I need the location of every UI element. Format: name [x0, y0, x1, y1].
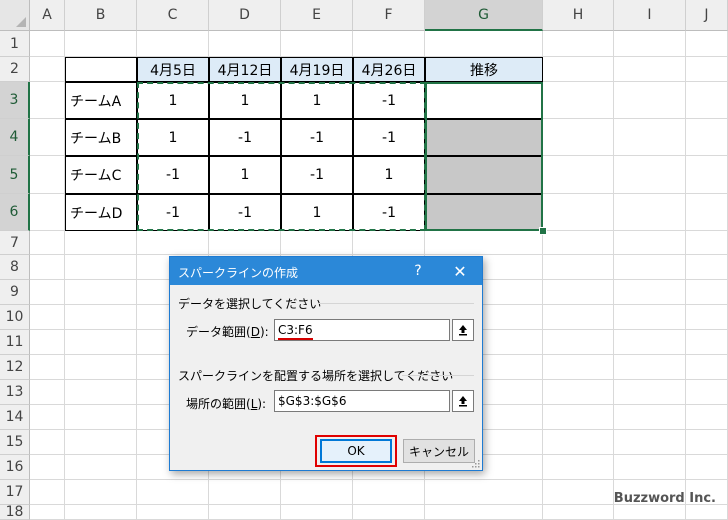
row-header-9[interactable]: 9 — [0, 280, 30, 305]
column-header-d[interactable]: D — [209, 0, 281, 31]
row-header-5[interactable]: 5 — [0, 156, 30, 194]
dialog-title: スパークラインの作成 — [178, 266, 299, 280]
row-header-10[interactable]: 10 — [0, 305, 30, 330]
value-cell[interactable]: -1 — [137, 156, 209, 194]
help-icon[interactable]: ? — [408, 261, 428, 281]
sparkline-target-cell[interactable] — [425, 194, 543, 231]
row-header-4[interactable]: 4 — [0, 119, 30, 156]
watermark: Buzzword Inc. — [613, 491, 716, 506]
column-header-g[interactable]: G — [425, 0, 543, 31]
value-cell[interactable]: 1 — [209, 82, 281, 119]
value-cell[interactable]: 1 — [353, 156, 425, 194]
sparkline-target-cell[interactable] — [425, 119, 543, 156]
row-header-3[interactable]: 3 — [0, 82, 30, 119]
value-cell[interactable]: -1 — [353, 82, 425, 119]
row-header-6[interactable]: 6 — [0, 194, 30, 231]
value-cell[interactable]: -1 — [137, 194, 209, 231]
table-header-cell[interactable]: 4月5日 — [137, 57, 209, 82]
team-name-cell[interactable]: チームD — [65, 194, 137, 231]
table-header-cell[interactable]: 4月12日 — [209, 57, 281, 82]
value-cell[interactable]: -1 — [281, 119, 353, 156]
sparkline-target-cell[interactable] — [425, 156, 543, 194]
row-header-2[interactable]: 2 — [0, 57, 30, 82]
column-header-b[interactable]: B — [65, 0, 137, 31]
table-header-cell[interactable]: 推移 — [425, 57, 543, 82]
value-cell[interactable]: 1 — [209, 156, 281, 194]
select-all-corner[interactable] — [0, 0, 30, 31]
row-header-7[interactable]: 7 — [0, 231, 30, 255]
table-header-cell[interactable]: 4月19日 — [281, 57, 353, 82]
underline-highlight — [278, 338, 313, 340]
value-cell[interactable]: -1 — [353, 194, 425, 231]
dialog-title-bar[interactable]: スパークラインの作成 ? ✕ — [170, 257, 482, 285]
location-range-input[interactable]: $G$3:$G$6 — [274, 390, 450, 412]
row-header-17[interactable]: 17 — [0, 480, 30, 505]
cell-b2[interactable] — [65, 57, 137, 82]
cancel-button[interactable]: キャンセル — [403, 439, 475, 463]
column-header-j[interactable]: J — [686, 0, 728, 31]
team-name-cell[interactable]: チームA — [65, 82, 137, 119]
sparkline-target-cell[interactable] — [425, 82, 543, 119]
column-header-f[interactable]: F — [353, 0, 425, 31]
row-header-11[interactable]: 11 — [0, 330, 30, 355]
location-range-collapse-button[interactable] — [452, 390, 474, 412]
divider — [402, 375, 474, 376]
row-header-15[interactable]: 15 — [0, 430, 30, 455]
row-header-12[interactable]: 12 — [0, 355, 30, 380]
data-range-collapse-button[interactable] — [452, 319, 474, 341]
value-cell[interactable]: -1 — [209, 119, 281, 156]
value-cell[interactable]: 1 — [137, 119, 209, 156]
column-header-e[interactable]: E — [281, 0, 353, 31]
team-name-cell[interactable]: チームB — [65, 119, 137, 156]
row-header-14[interactable]: 14 — [0, 405, 30, 430]
value-cell[interactable]: -1 — [209, 194, 281, 231]
location-range-label: 場所の範囲(L): — [186, 397, 267, 411]
fill-handle[interactable] — [539, 227, 547, 235]
close-icon[interactable]: ✕ — [448, 261, 472, 281]
row-header-13[interactable]: 13 — [0, 380, 30, 405]
team-name-cell[interactable]: チームC — [65, 156, 137, 194]
create-sparklines-dialog: スパークラインの作成 ? ✕ データを選択してください データ範囲(D): C3… — [169, 256, 483, 471]
value-cell[interactable]: 1 — [281, 194, 353, 231]
divider — [318, 303, 474, 304]
resize-grip-icon[interactable] — [471, 459, 480, 468]
row-header-8[interactable]: 8 — [0, 255, 30, 280]
collapse-arrow-icon — [459, 325, 467, 336]
collapse-arrow-icon — [459, 396, 467, 407]
value-cell[interactable]: -1 — [281, 156, 353, 194]
row-header-1[interactable]: 1 — [0, 31, 30, 57]
value-cell[interactable]: 1 — [137, 82, 209, 119]
column-header-i[interactable]: I — [614, 0, 686, 31]
column-header-a[interactable]: A — [30, 0, 65, 31]
ok-button[interactable]: OK — [320, 439, 392, 463]
column-header-c[interactable]: C — [137, 0, 209, 31]
data-range-label: データ範囲(D): — [186, 325, 269, 339]
value-cell[interactable]: -1 — [353, 119, 425, 156]
column-header-h[interactable]: H — [543, 0, 614, 31]
value-cell[interactable]: 1 — [281, 82, 353, 119]
row-header-18[interactable]: 18 — [0, 504, 30, 520]
data-range-input[interactable]: C3:F6 — [274, 319, 450, 341]
row-header-16[interactable]: 16 — [0, 455, 30, 480]
table-header-cell[interactable]: 4月26日 — [353, 57, 425, 82]
data-group-label: データを選択してください — [178, 297, 322, 311]
